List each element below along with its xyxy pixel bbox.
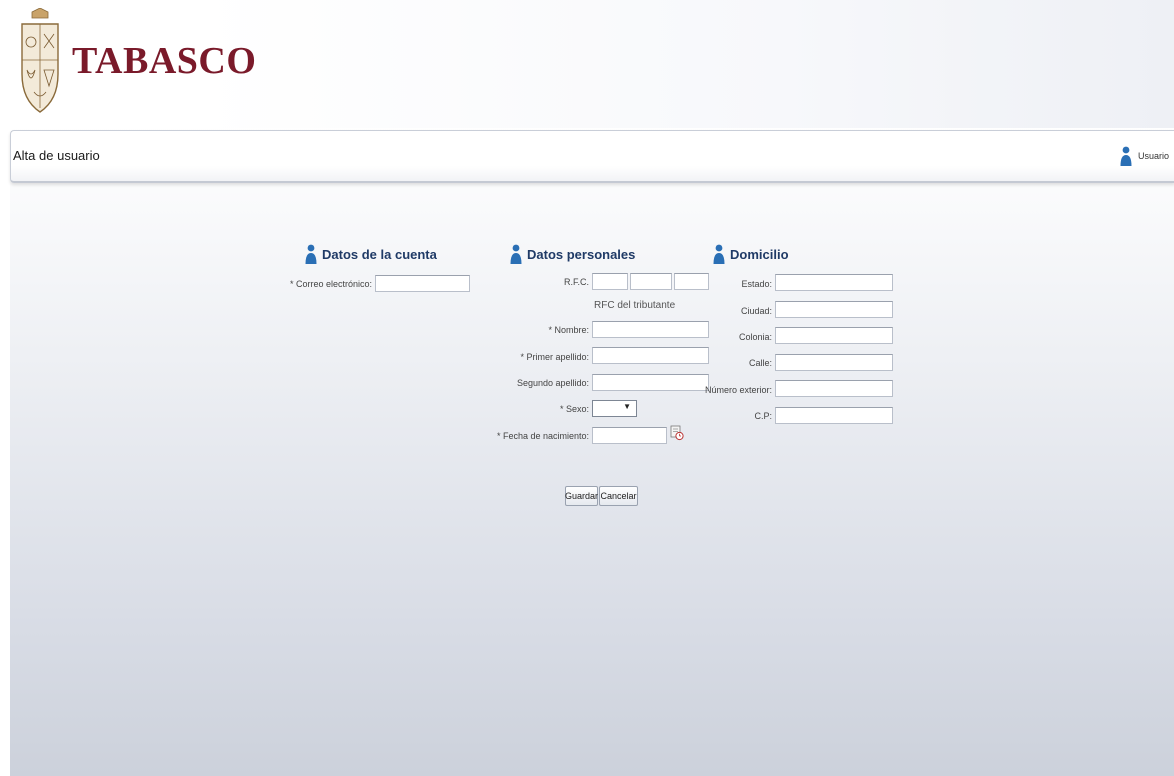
- colonia-field[interactable]: [775, 327, 893, 344]
- estado-field[interactable]: [775, 274, 893, 291]
- fecha-label: * Fecha de nacimiento:: [496, 431, 589, 441]
- numero-exterior-label: Número exterior:: [704, 385, 772, 395]
- fecha-nacimiento-field[interactable]: [592, 427, 667, 444]
- header-gradient: [200, 0, 1174, 128]
- user-label: Usuario: [1137, 151, 1169, 161]
- rfc-label: R.F.C.: [563, 277, 589, 287]
- rfc-field-2[interactable]: [630, 273, 672, 290]
- cp-field[interactable]: [775, 407, 893, 424]
- primer-apellido-field[interactable]: [592, 347, 709, 364]
- tabasco-shield-icon: [21, 8, 59, 113]
- brand-name: TABASCO: [72, 40, 257, 82]
- cp-label: C.P:: [754, 411, 772, 421]
- email-label: * Correo electrónico:: [289, 279, 372, 289]
- chevron-down-icon: ▼: [623, 402, 631, 411]
- user-icon: [713, 244, 725, 264]
- section-personal-title: Datos personales: [510, 244, 635, 264]
- section-title-text: Datos personales: [527, 246, 636, 262]
- rfc-field-1[interactable]: [592, 273, 628, 290]
- user-icon: [510, 244, 522, 264]
- calle-field[interactable]: [775, 354, 893, 371]
- numero-exterior-field[interactable]: [775, 380, 893, 397]
- section-title-text: Domicilio: [730, 246, 789, 262]
- ciudad-label: Ciudad:: [740, 306, 772, 316]
- header: TABASCO: [0, 0, 1174, 128]
- nombre-field[interactable]: [592, 321, 709, 338]
- logo: TABASCO: [18, 8, 256, 114]
- section-title-text: Datos de la cuenta: [322, 246, 437, 262]
- page-background: [10, 128, 1174, 776]
- user-icon: [1120, 146, 1132, 166]
- rfc-hint: RFC del tributante: [594, 300, 676, 311]
- user-menu[interactable]: Usuario: [1120, 146, 1169, 166]
- cancel-button[interactable]: Cancelar: [599, 486, 638, 506]
- title-bar: Alta de usuario Usuario: [10, 130, 1174, 183]
- primer-apellido-label: * Primer apellido:: [520, 352, 589, 362]
- ciudad-field[interactable]: [775, 301, 893, 318]
- calendar-icon[interactable]: [670, 425, 684, 441]
- nombre-label: * Nombre:: [548, 325, 589, 335]
- sexo-select[interactable]: ▼: [592, 400, 637, 417]
- save-button[interactable]: Guardar: [565, 486, 598, 506]
- sexo-label: * Sexo:: [559, 404, 589, 414]
- user-icon: [305, 244, 317, 264]
- colonia-label: Colonia:: [738, 332, 772, 342]
- section-address-title: Domicilio: [713, 244, 789, 264]
- segundo-apellido-label: Segundo apellido:: [516, 378, 589, 388]
- email-field[interactable]: [375, 275, 470, 292]
- calle-label: Calle:: [748, 358, 772, 368]
- estado-label: Estado:: [741, 279, 772, 289]
- section-account-title: Datos de la cuenta: [305, 244, 437, 264]
- page-title: Alta de usuario: [13, 148, 100, 163]
- segundo-apellido-field[interactable]: [592, 374, 709, 391]
